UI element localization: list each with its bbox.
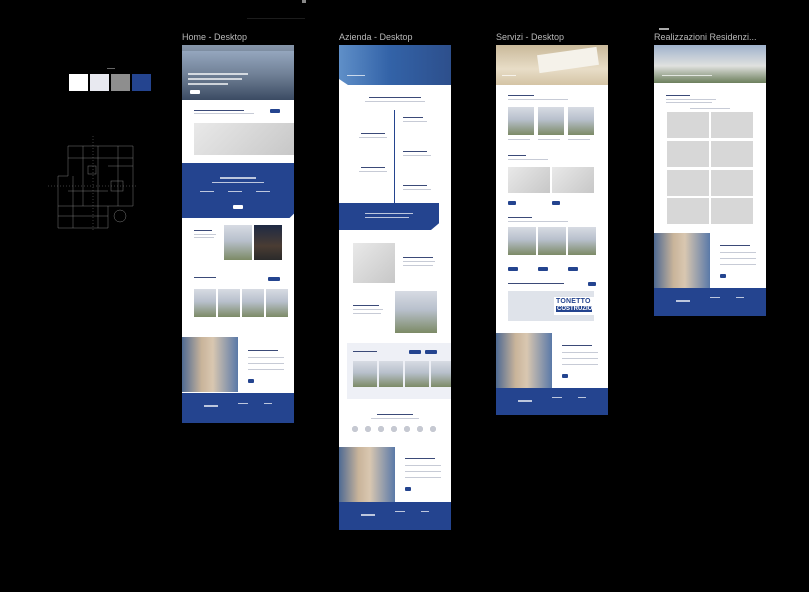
home-contact-image bbox=[182, 337, 238, 392]
servizi-service-img-2 bbox=[538, 107, 564, 135]
color-palette[interactable] bbox=[69, 68, 153, 94]
home-navbar[interactable] bbox=[182, 45, 294, 51]
servizi-contact-button[interactable] bbox=[562, 374, 568, 378]
azienda-contact-button[interactable] bbox=[405, 487, 411, 491]
swatch-light-grey[interactable] bbox=[90, 74, 109, 91]
home-intro-image bbox=[194, 123, 294, 155]
palette-label bbox=[107, 68, 115, 69]
azienda-contact-image bbox=[339, 447, 395, 502]
home-contact-button[interactable] bbox=[248, 379, 254, 383]
realizzazioni-hero-image bbox=[654, 45, 766, 83]
frame-title-realizzazioni[interactable]: Realizzazioni Residenzi... bbox=[654, 32, 766, 42]
home-gallery-image-2 bbox=[218, 289, 240, 317]
home-gallery-button[interactable] bbox=[268, 277, 280, 281]
servizi-contact-image bbox=[496, 333, 552, 388]
servizi-residential-img-2 bbox=[538, 227, 566, 255]
realizzazioni-grid-item-8[interactable] bbox=[711, 198, 753, 224]
servizi-residential-img-3 bbox=[568, 227, 596, 255]
home-hero-button[interactable] bbox=[190, 90, 200, 94]
swatch-white[interactable] bbox=[69, 74, 88, 91]
realizzazioni-grid-item-1[interactable] bbox=[667, 112, 709, 138]
realizzazioni-grid-item-7[interactable] bbox=[667, 198, 709, 224]
azienda-timeline-line bbox=[394, 110, 395, 210]
frame-title-servizi[interactable]: Servizi - Desktop bbox=[496, 32, 608, 42]
realizzazioni-grid-item-2[interactable] bbox=[711, 112, 753, 138]
realizzazioni-footer bbox=[654, 288, 766, 316]
servizi-brand-logo-sub: COSTRUZIONI bbox=[556, 306, 599, 312]
servizi-residential-img-1 bbox=[508, 227, 536, 255]
realizzazioni-grid-item-4[interactable] bbox=[711, 141, 753, 167]
home-gallery-image-4 bbox=[266, 289, 288, 317]
servizi-service-img-1 bbox=[508, 107, 534, 135]
blueprint-illustration bbox=[48, 136, 138, 232]
servizi-brand-logo-text: TONETTO bbox=[556, 298, 591, 305]
servizi-footer bbox=[496, 388, 608, 415]
azienda-image-2 bbox=[395, 291, 437, 333]
frame-home[interactable] bbox=[182, 45, 294, 423]
azienda-project-thumb-1 bbox=[353, 361, 377, 387]
frame-marker bbox=[659, 28, 669, 30]
home-intro-button[interactable] bbox=[270, 109, 280, 113]
azienda-image-1 bbox=[353, 243, 395, 283]
frame-azienda[interactable] bbox=[339, 45, 451, 530]
azienda-project-thumb-2 bbox=[379, 361, 403, 387]
home-project-image-1 bbox=[224, 225, 252, 260]
frame-realizzazioni[interactable] bbox=[654, 45, 766, 316]
servizi-brand-logo: TONETTO COSTRUZIONI bbox=[554, 297, 599, 315]
servizi-image-plan-1 bbox=[508, 167, 550, 193]
realizzazioni-grid-item-6[interactable] bbox=[711, 170, 753, 196]
azienda-project-thumb-3 bbox=[405, 361, 429, 387]
azienda-partner-logos bbox=[351, 425, 441, 433]
home-band-button[interactable] bbox=[233, 205, 243, 209]
canvas-guide-line bbox=[247, 18, 305, 19]
home-project-image-2 bbox=[254, 225, 282, 260]
realizzazioni-grid-item-5[interactable] bbox=[667, 170, 709, 196]
servizi-residential-button-3[interactable] bbox=[568, 267, 578, 271]
home-footer bbox=[182, 393, 294, 423]
azienda-projects-button-1[interactable] bbox=[409, 350, 421, 354]
servizi-residential-button-1[interactable] bbox=[508, 267, 518, 271]
frame-title-azienda[interactable]: Azienda - Desktop bbox=[339, 32, 451, 42]
azienda-hero-image bbox=[339, 45, 451, 85]
servizi-image-plan-2 bbox=[552, 167, 594, 193]
azienda-project-thumb-4 bbox=[431, 361, 451, 387]
swatch-grey[interactable] bbox=[111, 74, 130, 91]
home-gallery-image-3 bbox=[242, 289, 264, 317]
frame-title-home[interactable]: Home - Desktop bbox=[182, 32, 294, 42]
azienda-footer bbox=[339, 502, 451, 530]
realizzazioni-contact-button[interactable] bbox=[720, 274, 726, 278]
servizi-service-img-3 bbox=[568, 107, 594, 135]
swatch-blue[interactable] bbox=[132, 74, 151, 91]
canvas-marker bbox=[302, 0, 306, 3]
realizzazioni-grid-item-3[interactable] bbox=[667, 141, 709, 167]
servizi-residential-button-2[interactable] bbox=[538, 267, 548, 271]
frame-servizi[interactable]: TONETTO COSTRUZIONI bbox=[496, 45, 608, 415]
servizi-plan-button-2[interactable] bbox=[552, 201, 560, 205]
servizi-brand-button[interactable] bbox=[588, 282, 596, 286]
azienda-projects-button-2[interactable] bbox=[425, 350, 437, 354]
home-gallery-image-1 bbox=[194, 289, 216, 317]
realizzazioni-contact-image bbox=[654, 233, 710, 288]
servizi-plan-button-1[interactable] bbox=[508, 201, 516, 205]
